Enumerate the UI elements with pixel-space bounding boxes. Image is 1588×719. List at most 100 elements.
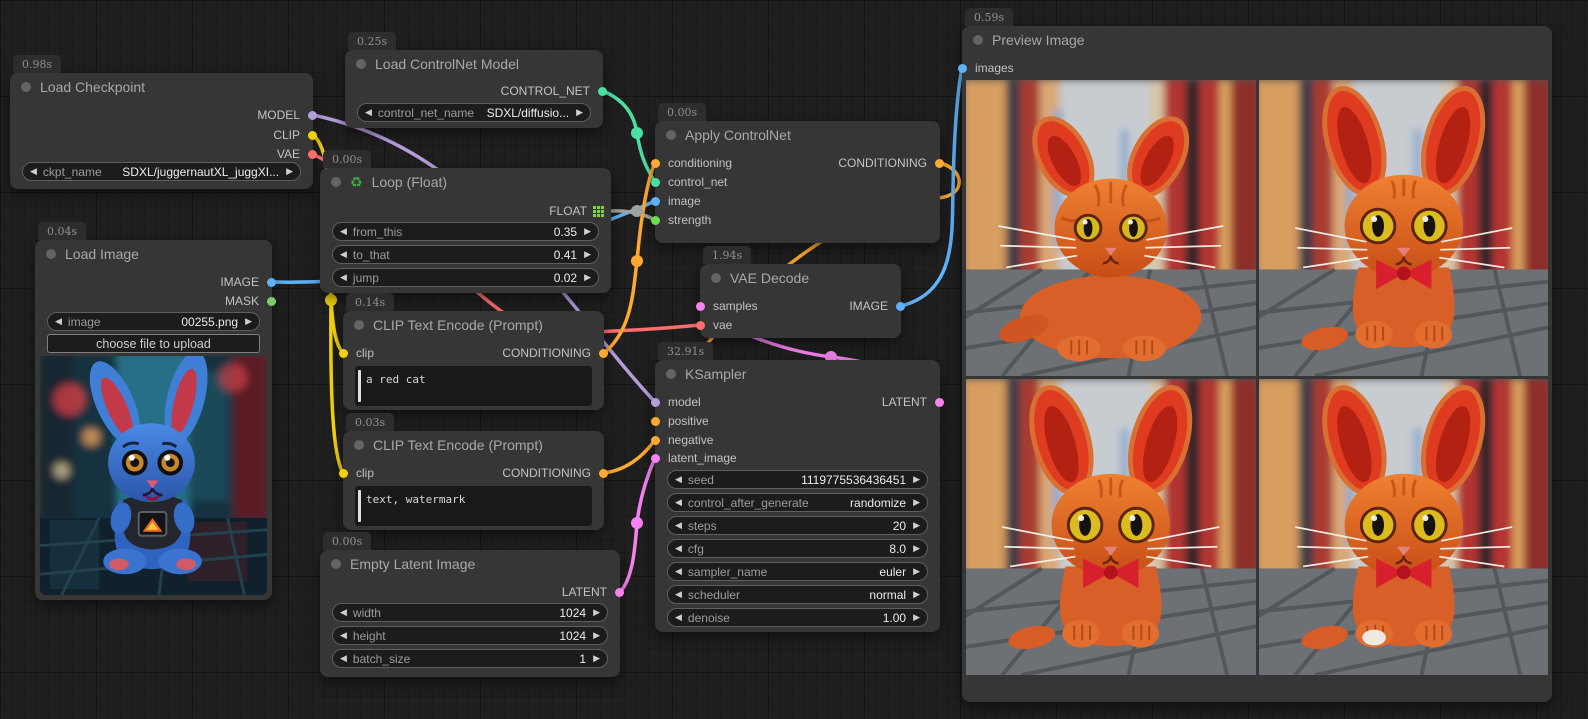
- input-port-strength[interactable]: [651, 216, 660, 225]
- node-header[interactable]: VAE Decode: [700, 264, 901, 292]
- stepper-right-icon[interactable]: ▶: [584, 273, 591, 282]
- input-port-positive[interactable]: [651, 417, 660, 426]
- input-port-latent-image[interactable]: [651, 454, 660, 463]
- node-preview-image[interactable]: 0.59s Preview Image images: [962, 26, 1552, 702]
- output-port-conditioning[interactable]: [935, 159, 944, 168]
- widget-image-file[interactable]: ◀ image 00255.png ▶: [47, 312, 260, 331]
- collapse-dot-icon[interactable]: [666, 130, 676, 140]
- output-port-conditioning[interactable]: [599, 349, 608, 358]
- stepper-left-icon[interactable]: ◀: [365, 108, 372, 117]
- collapse-dot-icon[interactable]: [354, 440, 364, 450]
- collapse-dot-icon[interactable]: [21, 82, 31, 92]
- node-vae-decode[interactable]: 1.94s VAE Decode samples vae IMAGE: [700, 264, 901, 338]
- collapse-dot-icon[interactable]: [331, 177, 341, 187]
- float-array-icon[interactable]: [593, 206, 604, 217]
- stepper-left-icon[interactable]: ◀: [340, 250, 347, 259]
- stepper-left-icon[interactable]: ◀: [340, 608, 347, 617]
- input-port-clip[interactable]: [339, 349, 348, 358]
- input-port-image[interactable]: [651, 197, 660, 206]
- stepper-left-icon[interactable]: ◀: [30, 167, 37, 176]
- generated-image-3[interactable]: [966, 379, 1256, 675]
- reroute-dot-clip[interactable]: [325, 294, 337, 306]
- stepper-left-icon[interactable]: ◀: [675, 567, 682, 576]
- reroute-dot-conditioning[interactable]: [631, 255, 643, 267]
- node-empty-latent-image[interactable]: 0.00s Empty Latent Image LATENT ◀ width …: [320, 550, 620, 677]
- node-load-checkpoint[interactable]: 0.98s Load Checkpoint MODEL CLIP VAE ◀ c…: [10, 73, 313, 189]
- stepper-right-icon[interactable]: ▶: [593, 654, 600, 663]
- node-header[interactable]: CLIP Text Encode (Prompt): [343, 311, 604, 339]
- widget-sampler-name[interactable]: ◀ sampler_name euler ▶: [667, 562, 928, 581]
- node-header[interactable]: KSampler: [655, 360, 940, 388]
- collapse-dot-icon[interactable]: [666, 369, 676, 379]
- collapse-dot-icon[interactable]: [331, 559, 341, 569]
- node-clip-text-encode-positive[interactable]: 0.14s CLIP Text Encode (Prompt) clip CON…: [343, 311, 604, 410]
- widget-batch-size[interactable]: ◀ batch_size 1 ▶: [332, 649, 608, 668]
- stepper-left-icon[interactable]: ◀: [675, 475, 682, 484]
- stepper-left-icon[interactable]: ◀: [340, 654, 347, 663]
- reroute-dot-float[interactable]: [631, 205, 643, 217]
- output-port-mask[interactable]: [267, 297, 276, 306]
- stepper-right-icon[interactable]: ▶: [576, 108, 583, 117]
- node-header[interactable]: Empty Latent Image: [320, 550, 620, 578]
- choose-file-button[interactable]: choose file to upload: [47, 334, 260, 353]
- generated-image-4[interactable]: [1259, 379, 1549, 675]
- node-header[interactable]: Load Checkpoint: [10, 73, 313, 101]
- output-port-latent[interactable]: [615, 588, 624, 597]
- generated-image-2[interactable]: [1259, 80, 1549, 376]
- node-load-controlnet[interactable]: 0.25s Load ControlNet Model CONTROL_NET …: [345, 50, 603, 128]
- stepper-left-icon[interactable]: ◀: [340, 273, 347, 282]
- node-header[interactable]: Apply ControlNet: [655, 121, 940, 149]
- node-clip-text-encode-negative[interactable]: 0.03s CLIP Text Encode (Prompt) clip CON…: [343, 431, 604, 530]
- reroute-dot-latent[interactable]: [631, 517, 643, 529]
- stepper-left-icon[interactable]: ◀: [340, 631, 347, 640]
- widget-seed[interactable]: ◀ seed 1119775536436451 ▶: [667, 470, 928, 489]
- stepper-right-icon[interactable]: ▶: [245, 317, 252, 326]
- input-image-preview[interactable]: [40, 356, 267, 595]
- output-port-model[interactable]: [308, 111, 317, 120]
- widget-control-net-name[interactable]: ◀ control_net_name SDXL/diffusio... ▶: [357, 103, 591, 122]
- stepper-right-icon[interactable]: ▶: [913, 498, 920, 507]
- stepper-right-icon[interactable]: ▶: [913, 567, 920, 576]
- widget-ckpt-name[interactable]: ◀ ckpt_name SDXL/juggernautXL_juggXI... …: [22, 162, 301, 181]
- stepper-left-icon[interactable]: ◀: [55, 317, 62, 326]
- output-port-vae[interactable]: [308, 150, 317, 159]
- widget-height[interactable]: ◀ height 1024 ▶: [332, 626, 608, 645]
- output-port-latent[interactable]: [935, 398, 944, 407]
- stepper-right-icon[interactable]: ▶: [593, 608, 600, 617]
- stepper-right-icon[interactable]: ▶: [913, 590, 920, 599]
- stepper-right-icon[interactable]: ▶: [593, 631, 600, 640]
- node-loop-float[interactable]: 0.00s ♻ Loop (Float) FLOAT ◀ from_this 0…: [320, 168, 611, 293]
- reroute-dot-controlnet[interactable]: [631, 127, 643, 139]
- collapse-dot-icon[interactable]: [354, 320, 364, 330]
- node-header[interactable]: Load Image: [35, 240, 272, 268]
- stepper-left-icon[interactable]: ◀: [675, 498, 682, 507]
- node-header[interactable]: Load ControlNet Model: [345, 50, 603, 78]
- stepper-left-icon[interactable]: ◀: [340, 227, 347, 236]
- input-port-clip[interactable]: [339, 469, 348, 478]
- stepper-left-icon[interactable]: ◀: [675, 590, 682, 599]
- output-port-image[interactable]: [896, 302, 905, 311]
- node-header[interactable]: ♻ Loop (Float): [320, 168, 611, 196]
- output-port-control-net[interactable]: [598, 87, 607, 96]
- input-port-model[interactable]: [651, 398, 660, 407]
- input-port-control-net[interactable]: [651, 178, 660, 187]
- output-port-image[interactable]: [267, 278, 276, 287]
- stepper-right-icon[interactable]: ▶: [913, 613, 920, 622]
- output-port-clip[interactable]: [308, 131, 317, 140]
- input-port-vae[interactable]: [696, 321, 705, 330]
- node-header[interactable]: CLIP Text Encode (Prompt): [343, 431, 604, 459]
- collapse-dot-icon[interactable]: [46, 249, 56, 259]
- widget-cfg[interactable]: ◀ cfg 8.0 ▶: [667, 539, 928, 558]
- node-graph-canvas[interactable]: 0.98s Load Checkpoint MODEL CLIP VAE ◀ c…: [0, 0, 1588, 719]
- stepper-right-icon[interactable]: ▶: [913, 544, 920, 553]
- widget-steps[interactable]: ◀ steps 20 ▶: [667, 516, 928, 535]
- node-header[interactable]: Preview Image: [962, 26, 1552, 54]
- prompt-textarea[interactable]: text, watermark: [355, 486, 592, 526]
- input-port-conditioning[interactable]: [651, 159, 660, 168]
- input-port-images[interactable]: [958, 64, 967, 73]
- collapse-dot-icon[interactable]: [711, 273, 721, 283]
- node-apply-controlnet[interactable]: 0.00s Apply ControlNet conditioning cont…: [655, 121, 940, 243]
- widget-from-this[interactable]: ◀ from_this 0.35 ▶: [332, 222, 599, 241]
- widget-jump[interactable]: ◀ jump 0.02 ▶: [332, 268, 599, 287]
- stepper-right-icon[interactable]: ▶: [913, 521, 920, 530]
